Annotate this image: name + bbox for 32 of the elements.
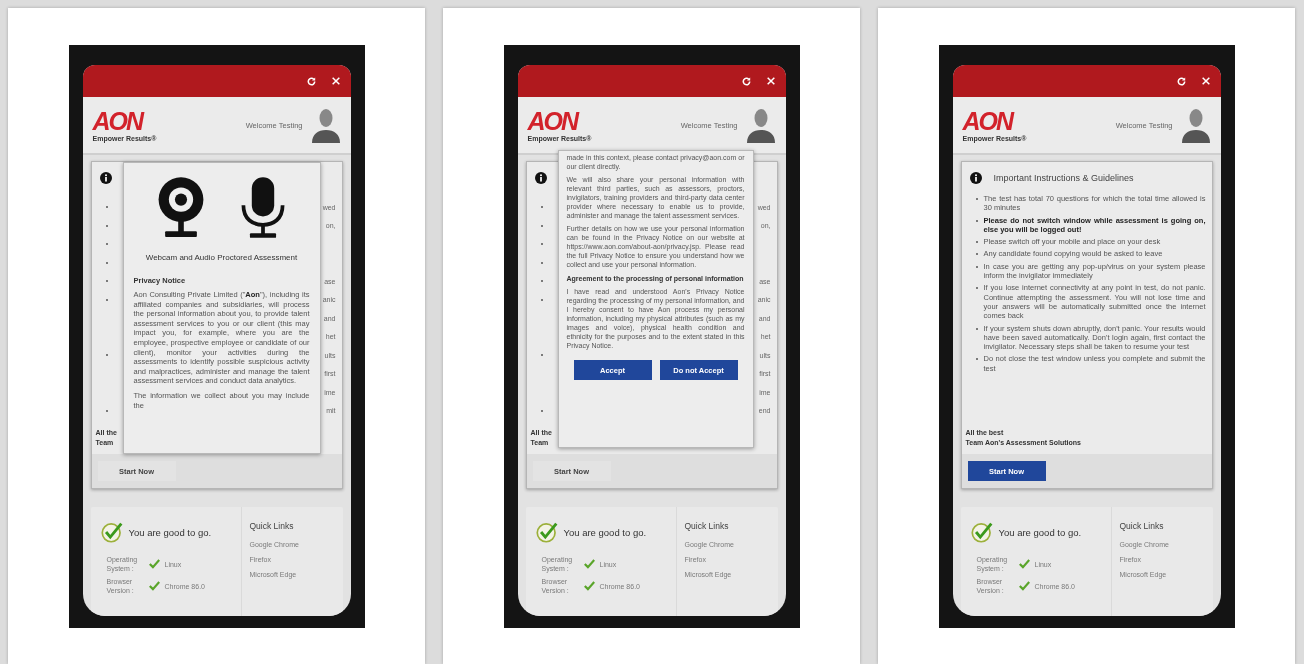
info-icon [534,172,547,184]
info-icon [99,172,112,184]
status-title: You are good to go. [998,526,1082,538]
close-icon[interactable] [765,76,776,86]
refresh-icon[interactable] [740,75,752,87]
check-icon [583,581,595,591]
status-title: You are good to go. [563,526,647,538]
check-circle-icon [100,521,123,543]
quick-links-title: Quick Links [249,521,295,531]
close-icon[interactable] [1200,76,1211,86]
refresh-icon[interactable] [1175,75,1187,87]
check-icon [148,581,160,591]
card-title: Important Instructions & Guidelines [993,173,1134,183]
brand-logo: AON [92,108,145,134]
user-avatar-icon [1180,107,1211,143]
refresh-icon[interactable] [305,75,317,87]
brand-logo: AON [962,108,1015,134]
status-title: You are good to go. [128,526,212,538]
check-circle-icon [970,521,993,543]
check-icon [583,559,595,569]
brand-logo: AON [527,108,580,134]
check-icon [1018,559,1030,569]
user-avatar-icon [310,107,341,143]
modal-title: Webcam and Audio Proctored Assessment [144,252,299,264]
info-icon [969,172,982,184]
check-icon [1018,581,1030,591]
check-circle-icon [535,521,558,543]
quick-links-title: Quick Links [684,521,730,531]
user-avatar-icon [745,107,776,143]
close-icon[interactable] [330,76,341,86]
quick-links-title: Quick Links [1119,521,1165,531]
check-icon [148,559,160,569]
